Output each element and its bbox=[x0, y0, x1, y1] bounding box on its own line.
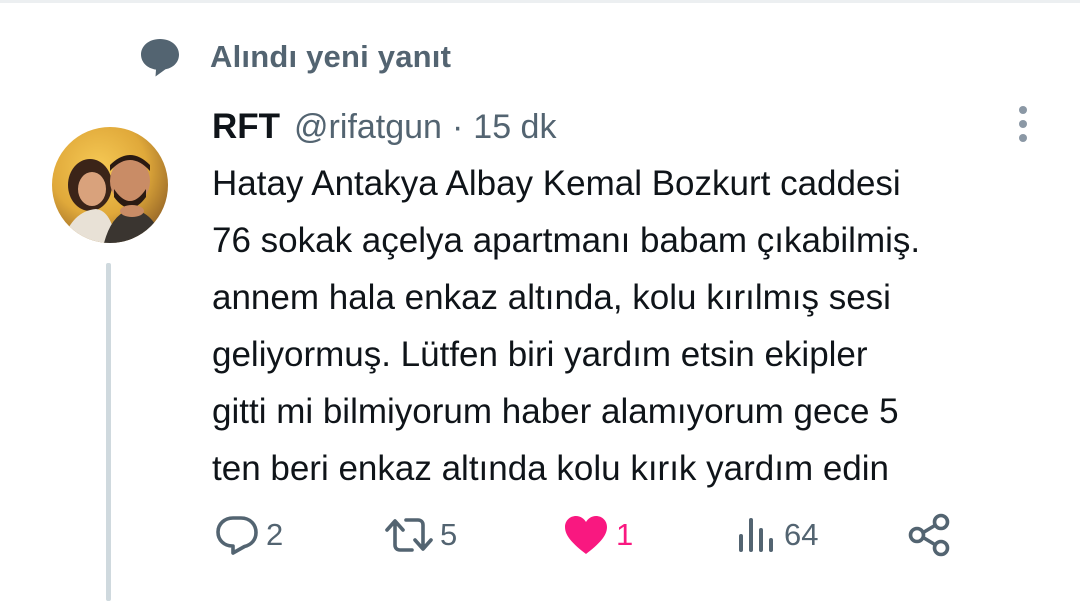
notification-title: Alındı yeni yanıt bbox=[210, 39, 452, 74]
tweet-text-line: gitti mi bilmiyorum haber alamıyorum gec… bbox=[212, 392, 899, 431]
share-icon bbox=[908, 513, 950, 557]
tweet-text-line: 76 sokak açelya apartmanı babam çıkabilm… bbox=[212, 221, 921, 260]
views-icon bbox=[739, 518, 773, 552]
avatar[interactable] bbox=[52, 127, 168, 243]
meta-separator: · bbox=[451, 107, 464, 146]
tweet-text: Hatay Antakya Albay Kemal Bozkurt caddes… bbox=[212, 155, 1062, 497]
tweet-text-line: geliyormuş. Lütfen biri yardım etsin eki… bbox=[212, 335, 868, 374]
reply-count: 2 bbox=[266, 517, 284, 552]
notification-header: Alındı yeni yanıt bbox=[138, 36, 451, 78]
more-vertical-icon[interactable] bbox=[1008, 103, 1038, 145]
views-button[interactable]: 64 bbox=[736, 512, 818, 558]
retweet-button[interactable]: 5 bbox=[384, 512, 457, 558]
tweet-header: RFT @rifatgun · 15 dk bbox=[212, 102, 556, 152]
tweet-actions: 2 5 1 64 bbox=[0, 512, 1080, 558]
tweet-text-line: annem hala enkaz altında, kolu kırılmış … bbox=[212, 278, 891, 317]
reply-button[interactable]: 2 bbox=[214, 512, 283, 558]
speech-bubble-icon bbox=[141, 39, 179, 77]
tweet-timestamp[interactable]: 15 dk bbox=[473, 108, 556, 147]
tweet-text-line: Hatay Antakya Albay Kemal Bozkurt caddes… bbox=[212, 164, 901, 203]
retweet-icon bbox=[385, 518, 433, 552]
retweet-count: 5 bbox=[440, 517, 458, 552]
like-button[interactable]: 1 bbox=[562, 512, 633, 558]
reply-icon bbox=[216, 516, 258, 555]
tweet-text-line: ten beri enkaz altında kolu kırık yardım… bbox=[212, 449, 890, 488]
heart-icon bbox=[565, 516, 607, 554]
author-name[interactable]: RFT bbox=[212, 107, 280, 147]
user-avatar-photo bbox=[52, 127, 168, 243]
author-handle[interactable]: @rifatgun bbox=[294, 108, 442, 147]
top-divider bbox=[0, 0, 1080, 3]
share-button[interactable] bbox=[906, 512, 952, 558]
like-count: 1 bbox=[616, 517, 634, 552]
views-count: 64 bbox=[784, 517, 819, 552]
